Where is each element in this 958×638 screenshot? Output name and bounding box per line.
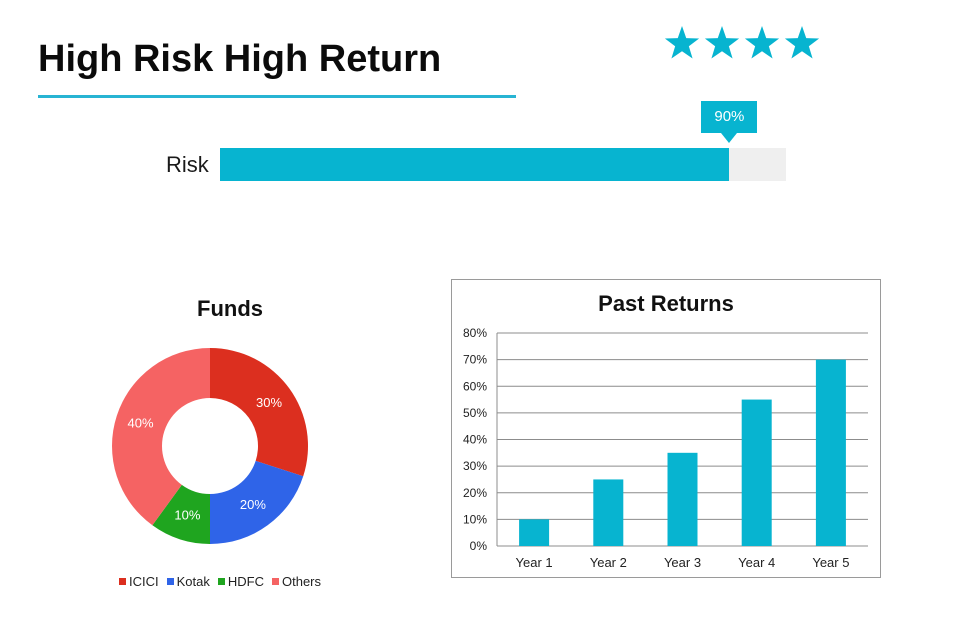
legend-item-kotak: Kotak [166,574,210,589]
legend-swatch [271,578,279,585]
legend-label: HDFC [227,574,264,589]
x-tick-label: Year 3 [664,555,701,570]
funds-legend: ICICI Kotak HDFC Others [100,574,340,589]
legend-item-hdfc: HDFC [217,574,264,589]
legend-label: Kotak [176,574,210,589]
legend-item-others: Others [271,574,321,589]
legend-swatch [166,578,174,585]
returns-bar-chart: 0% 10% 20% 30% 40% 50% 60% 70% 80% Year 1 Year 2 Ye… [463,326,868,570]
legend-label: ICICI [129,574,159,589]
bar-year-2 [593,479,624,546]
y-tick-label: 0% [470,539,488,553]
risk-meter [220,148,786,181]
page-title: High Risk High Return [38,38,442,80]
x-tick-label: Year 5 [812,555,849,570]
funds-chart-title: Funds [197,296,263,321]
risk-value-badge: 90% [701,101,758,143]
bar-year-1 [519,519,550,546]
legend-swatch [119,578,126,585]
donut-slice-label: 20% [240,497,266,512]
risk-meter-fill [220,148,730,181]
y-tick-label: 50% [463,406,487,420]
y-tick-label: 60% [463,379,487,393]
y-tick-label: 10% [463,512,487,526]
rating-stars [664,26,820,59]
risk-label: Risk [166,152,209,177]
legend-item-icici: ICICI [119,574,159,589]
y-tick-label: 20% [463,486,487,500]
returns-chart-title: Past Returns [598,291,734,316]
star-icon [664,26,700,59]
y-tick-label: 30% [463,459,487,473]
star-icon [744,26,780,59]
star-icon [704,26,740,59]
bar-year-4 [741,399,772,546]
y-tick-label: 80% [463,326,487,340]
donut-slice-label: 30% [256,395,282,410]
funds-donut-chart: 30% 20% 10% 40% [112,348,308,544]
title-underline [38,95,516,98]
x-tick-label: Year 2 [590,555,627,570]
y-tick-label: 40% [463,433,487,447]
bar-year-3 [667,452,698,546]
bar-year-5 [815,359,846,546]
donut-slice-icici [210,348,308,477]
x-tick-label: Year 1 [516,555,553,570]
y-tick-label: 70% [463,353,487,367]
legend-label: Others [281,574,321,589]
x-tick-label: Year 4 [738,555,775,570]
star-icon [784,26,820,59]
legend-swatch [217,578,225,585]
donut-slice-label: 40% [128,415,154,430]
donut-slice-label: 10% [174,507,200,522]
